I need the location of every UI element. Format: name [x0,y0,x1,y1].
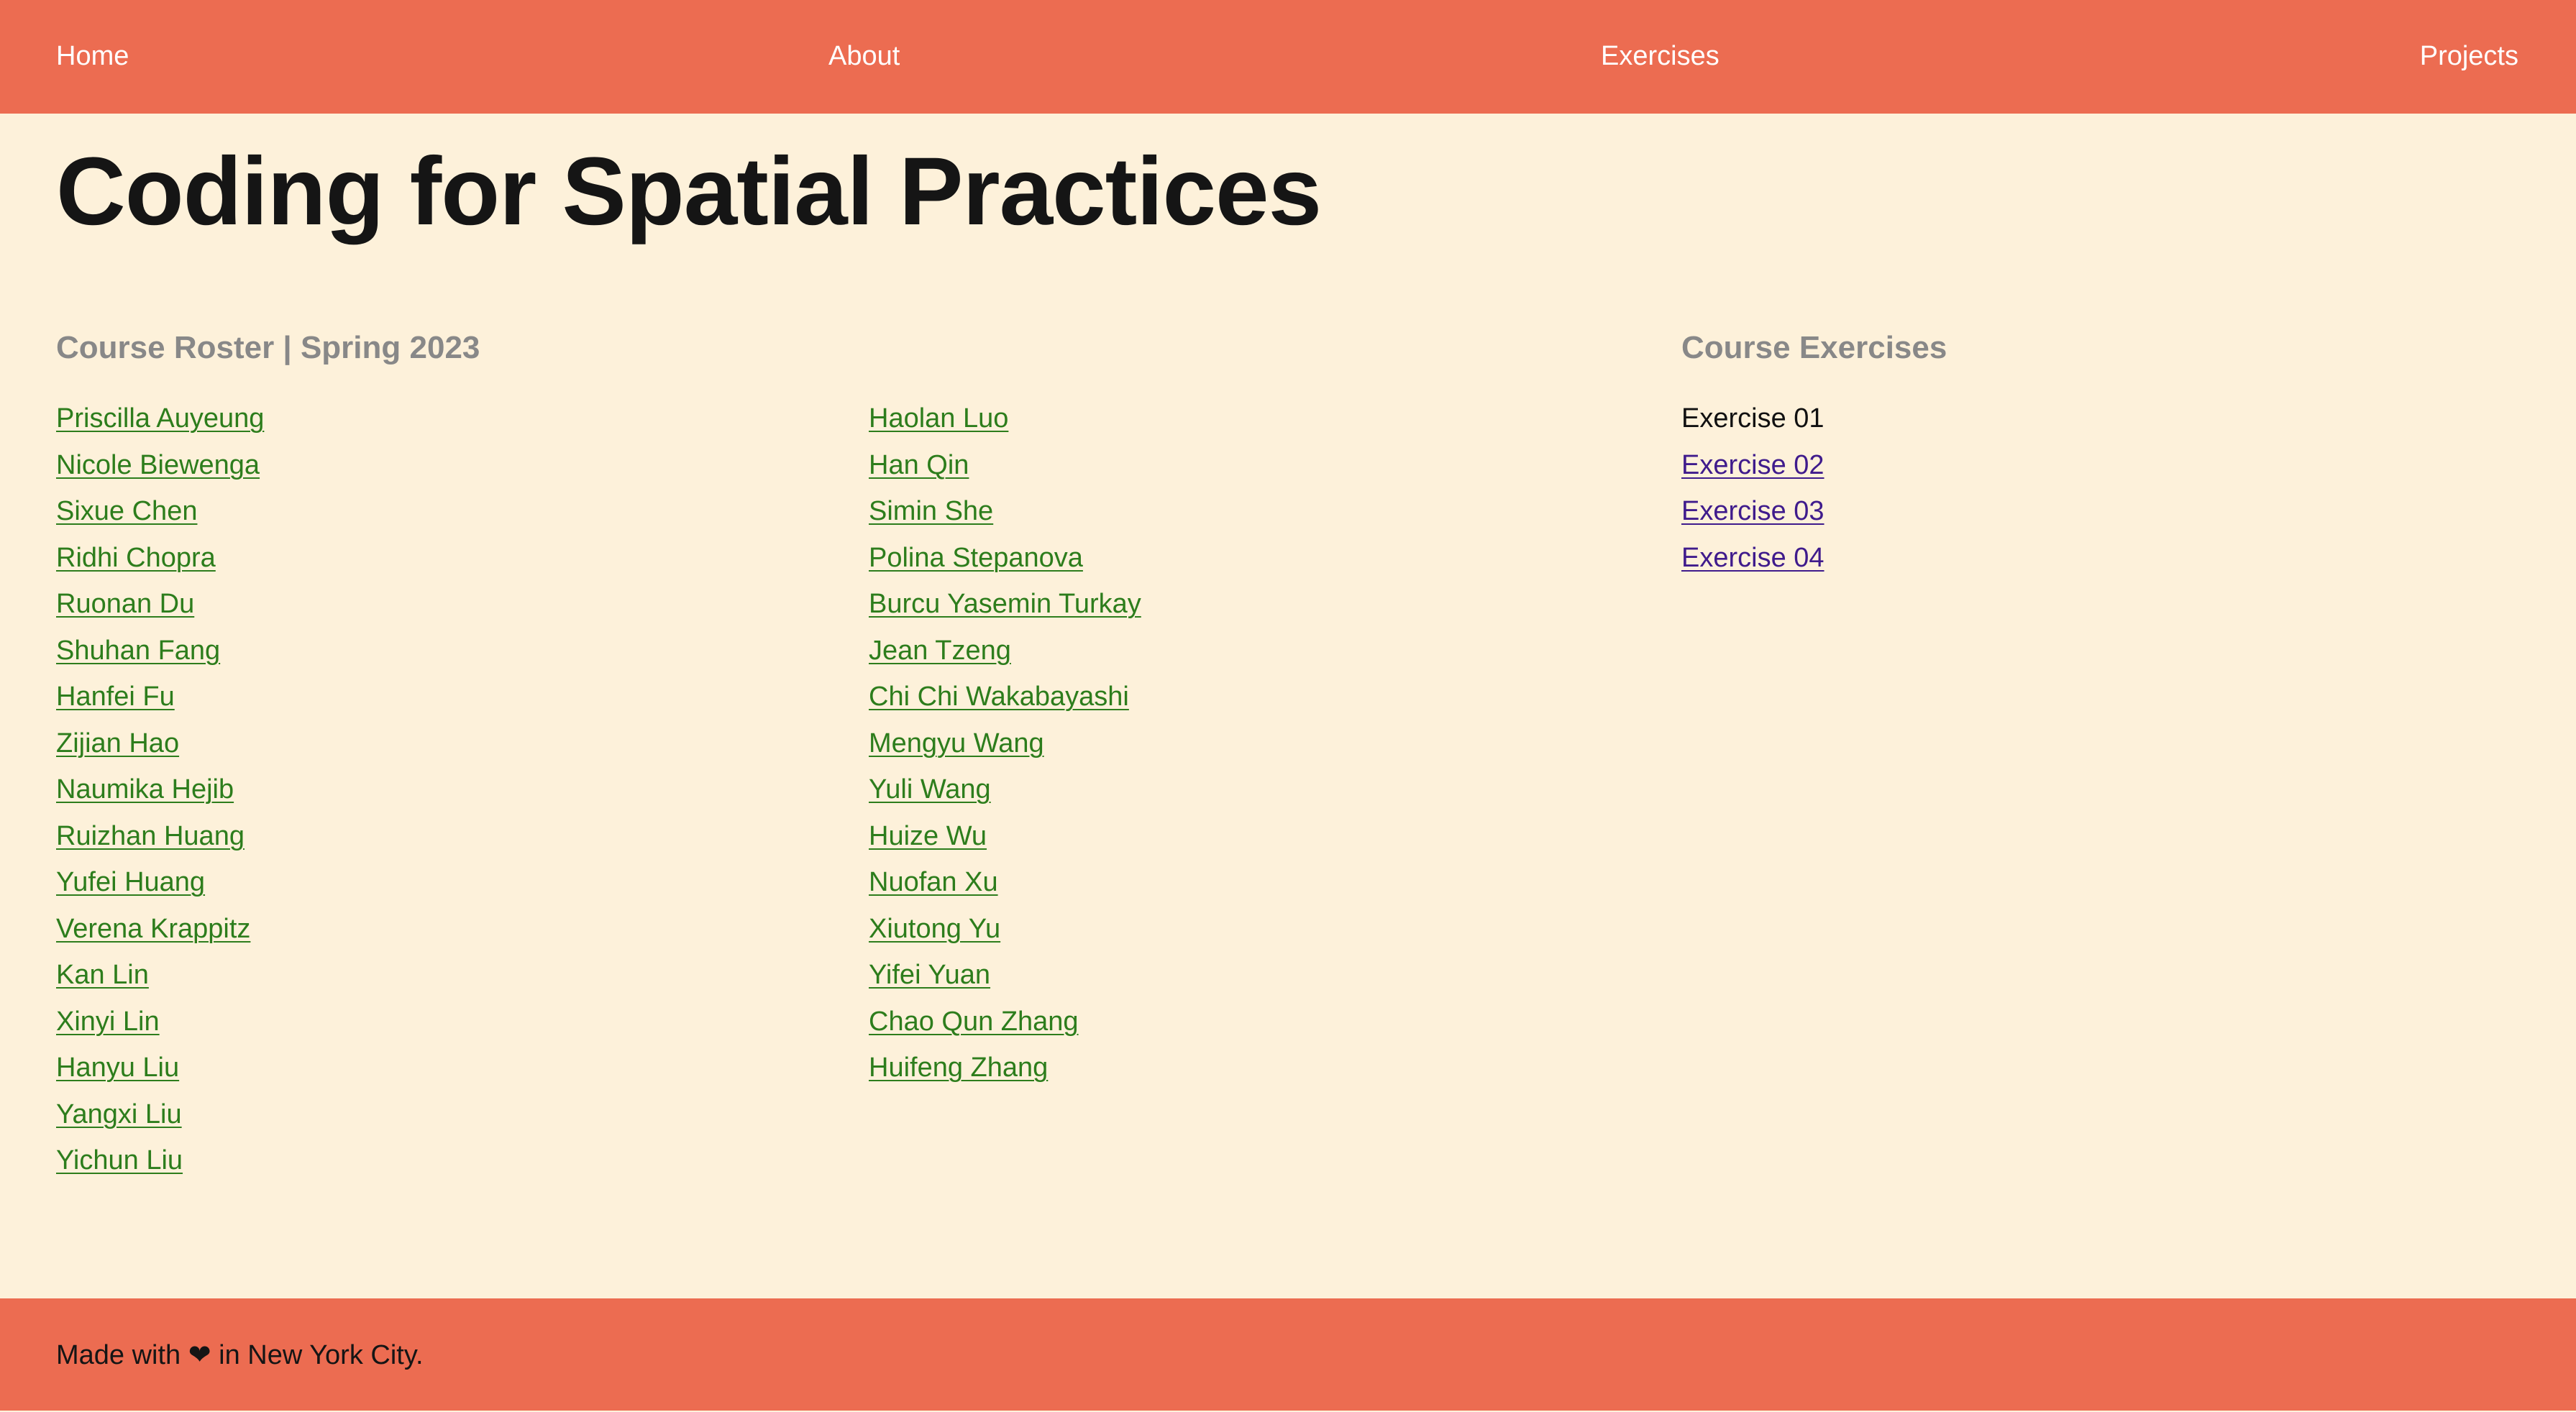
roster-column-1: Priscilla Auyeung Nicole Biewenga Sixue Ch… [56,395,264,1184]
roster-item: Simin She [869,488,1141,535]
student-link[interactable]: Ruizhan Huang [56,821,245,851]
student-link[interactable]: Priscilla Auyeung [56,403,264,434]
student-link[interactable]: Polina Stepanova [869,543,1083,573]
student-link[interactable]: Naumika Hejib [56,774,234,804]
roster-item: Verena Krappitz [56,906,264,953]
student-link[interactable]: Chao Qun Zhang [869,1007,1079,1037]
student-link[interactable]: Jean Tzeng [869,636,1011,666]
student-link[interactable]: Ridhi Chopra [56,543,216,573]
exercise-link[interactable]: Exercise 03 [1681,496,1824,526]
student-link[interactable]: Shuhan Fang [56,636,220,666]
student-link[interactable]: Nuofan Xu [869,867,998,897]
roster-item: Sixue Chen [56,488,264,535]
heart-icon: ❤ [188,1340,211,1370]
student-link[interactable]: Yifei Yuan [869,960,990,990]
roster-item: Zijian Hao [56,720,264,767]
student-link[interactable]: Sixue Chen [56,496,197,526]
roster-item: Han Qin [869,442,1141,489]
student-link[interactable]: Hanyu Liu [56,1053,179,1083]
roster-item: Yangxi Liu [56,1091,264,1138]
student-link[interactable]: Chi Chi Wakabayashi [869,682,1129,712]
roster-item: Haolan Luo [869,395,1141,442]
roster-item: Ruonan Du [56,581,264,628]
footer-suffix: in New York City. [219,1340,424,1370]
roster-item: Hanfei Fu [56,674,264,720]
roster-item: Nuofan Xu [869,859,1141,906]
roster-item: Polina Stepanova [869,535,1141,582]
exercise-current-label: Exercise 01 [1681,403,1824,434]
top-nav-bar: Home About Exercises Projects [0,0,2576,114]
nav-link-exercises[interactable]: Exercises [1601,0,1719,114]
exercise-item: Exercise 01 [1681,395,1824,442]
student-link[interactable]: Haolan Luo [869,403,1008,434]
roster-item: Chi Chi Wakabayashi [869,674,1141,720]
student-link[interactable]: Nicole Biewenga [56,450,260,480]
roster-item: Xinyi Lin [56,999,264,1045]
roster-item: Yichun Liu [56,1137,264,1184]
roster-item: Yuli Wang [869,766,1141,813]
student-link[interactable]: Huize Wu [869,821,987,851]
roster-item: Ruizhan Huang [56,813,264,860]
roster-item: Mengyu Wang [869,720,1141,767]
roster-item: Yifei Yuan [869,952,1141,999]
footer-prefix: Made with [56,1340,181,1370]
roster-item: Yufei Huang [56,859,264,906]
roster-item: Priscilla Auyeung [56,395,264,442]
roster-item: Hanyu Liu [56,1045,264,1091]
roster-item: Huize Wu [869,813,1141,860]
roster-item: Ridhi Chopra [56,535,264,582]
page-title: Coding for Spatial Practices [56,138,1322,245]
exercise-link[interactable]: Exercise 02 [1681,450,1824,480]
student-link[interactable]: Verena Krappitz [56,914,250,944]
nav-link-home[interactable]: Home [56,0,129,114]
student-link[interactable]: Ruonan Du [56,589,194,619]
nav-link-about[interactable]: About [828,0,900,114]
exercise-item: Exercise 02 [1681,442,1824,489]
roster-column-2: Haolan Luo Han Qin Simin She Polina Stepano… [869,395,1141,1091]
student-link[interactable]: Mengyu Wang [869,728,1044,758]
roster-item: Kan Lin [56,952,264,999]
student-link[interactable]: Zijian Hao [56,728,179,758]
student-link[interactable]: Yufei Huang [56,867,205,897]
roster-item: Huifeng Zhang [869,1045,1141,1091]
nav-link-projects[interactable]: Projects [2420,0,2518,114]
roster-item: Burcu Yasemin Turkay [869,581,1141,628]
exercise-item: Exercise 04 [1681,535,1824,582]
exercise-link[interactable]: Exercise 04 [1681,543,1824,573]
student-link[interactable]: Burcu Yasemin Turkay [869,589,1141,619]
student-link[interactable]: Xinyi Lin [56,1007,160,1037]
roster-item: Chao Qun Zhang [869,999,1141,1045]
student-link[interactable]: Kan Lin [56,960,149,990]
roster-heading: Course Roster | Spring 2023 [56,330,480,365]
roster-item: Nicole Biewenga [56,442,264,489]
exercise-list: Exercise 01 Exercise 02 Exercise 03 Exercis… [1681,395,1824,581]
exercises-heading: Course Exercises [1681,330,1947,365]
student-link[interactable]: Han Qin [869,450,969,480]
student-link[interactable]: Yangxi Liu [56,1099,182,1129]
student-link[interactable]: Simin She [869,496,993,526]
student-link[interactable]: Yuli Wang [869,774,991,804]
student-link[interactable]: Xiutong Yu [869,914,1000,944]
roster-item: Jean Tzeng [869,628,1141,674]
exercise-item: Exercise 03 [1681,488,1824,535]
footer: Made with ❤ in New York City. [0,1298,2576,1411]
student-link[interactable]: Huifeng Zhang [869,1053,1048,1083]
roster-item: Shuhan Fang [56,628,264,674]
roster-item: Naumika Hejib [56,766,264,813]
roster-item: Xiutong Yu [869,906,1141,953]
footer-text: Made with ❤ in New York City. [56,1298,424,1411]
student-link[interactable]: Hanfei Fu [56,682,175,712]
student-link[interactable]: Yichun Liu [56,1145,183,1175]
